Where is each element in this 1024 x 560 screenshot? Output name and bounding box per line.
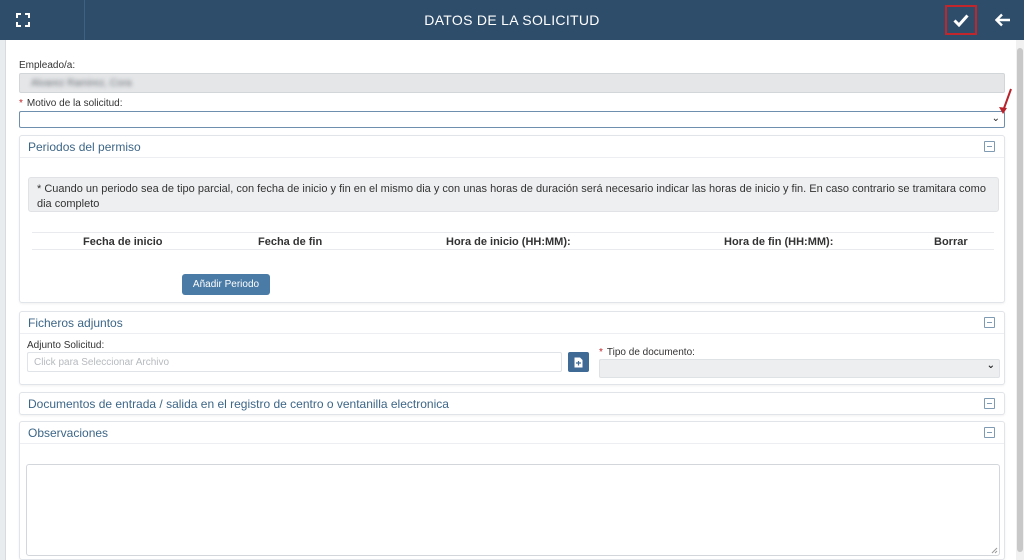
required-mark: * (19, 98, 23, 109)
col-end-date: Fecha de fin (258, 236, 323, 248)
check-icon (953, 13, 969, 27)
observations-panel: Observaciones (19, 421, 1005, 560)
arrow-left-icon (995, 13, 1010, 27)
registry-panel[interactable]: Documentos de entrada / salida en el reg… (19, 392, 1005, 415)
col-start-time: Hora de inicio (HH:MM): (446, 236, 571, 248)
reason-select[interactable]: ⌄ (19, 111, 1005, 128)
collapse-icon[interactable] (984, 398, 995, 409)
employee-field: Alvarez Ramirez, Cora (19, 73, 1005, 93)
pointer-arrow-icon (999, 88, 1012, 114)
reason-label-text: Motivo de la solicitud: (26, 98, 123, 109)
collapse-icon[interactable] (984, 141, 995, 152)
employee-label: Empleado/a: (19, 60, 76, 71)
col-delete: Borrar (934, 236, 968, 248)
scrollbar-thumb[interactable] (1017, 48, 1023, 552)
observations-panel-title: Observaciones (28, 426, 109, 440)
select-file-button[interactable] (568, 352, 589, 372)
collapse-icon[interactable] (984, 427, 995, 438)
observations-panel-header: Observaciones (20, 422, 1004, 444)
periods-panel-header: Periodos del permiso (20, 136, 1004, 158)
back-button[interactable] (988, 0, 1018, 40)
file-label: Adjunto Solicitud: (27, 340, 105, 351)
resize-grip-icon[interactable] (990, 546, 998, 554)
col-start-date: Fecha de inicio (83, 236, 163, 248)
doc-type-select[interactable]: ⌄ (599, 359, 1000, 378)
file-icon (574, 357, 583, 367)
file-input[interactable]: Click para Seleccionar Archivo (27, 352, 562, 372)
observations-textarea[interactable] (26, 464, 1000, 556)
registry-panel-title: Documentos de entrada / salida en el reg… (28, 397, 449, 411)
required-mark: * (599, 347, 603, 358)
periods-panel: Periodos del permiso * Cuando un periodo… (19, 135, 1005, 303)
attachments-panel-header: Ficheros adjuntos (20, 312, 1004, 334)
col-end-time: Hora de fin (HH:MM): (724, 236, 834, 248)
confirm-button[interactable] (945, 5, 977, 35)
attachments-panel: Ficheros adjuntos Adjunto Solicitud: Cli… (19, 311, 1005, 385)
add-period-button[interactable]: Añadir Periodo (182, 274, 270, 295)
doc-type-label-text: Tipo de documento: (606, 347, 695, 358)
chevron-down-icon: ⌄ (986, 360, 995, 371)
file-placeholder: Click para Seleccionar Archivo (34, 357, 170, 368)
header-bar: DATOS DE LA SOLICITUD (0, 0, 1024, 40)
periods-notice: * Cuando un periodo sea de tipo parcial,… (28, 177, 999, 212)
employee-value: Alvarez Ramirez, Cora (31, 78, 132, 89)
attachments-panel-title: Ficheros adjuntos (28, 316, 123, 330)
periods-table-header: Fecha de inicio Fecha de fin Hora de ini… (32, 232, 994, 250)
page-title: DATOS DE LA SOLICITUD (424, 12, 600, 28)
periods-panel-title: Periodos del permiso (28, 140, 141, 154)
doc-type-label: * Tipo de documento: (599, 347, 695, 358)
reason-label: * Motivo de la solicitud: (19, 98, 123, 109)
collapse-icon[interactable] (984, 317, 995, 328)
